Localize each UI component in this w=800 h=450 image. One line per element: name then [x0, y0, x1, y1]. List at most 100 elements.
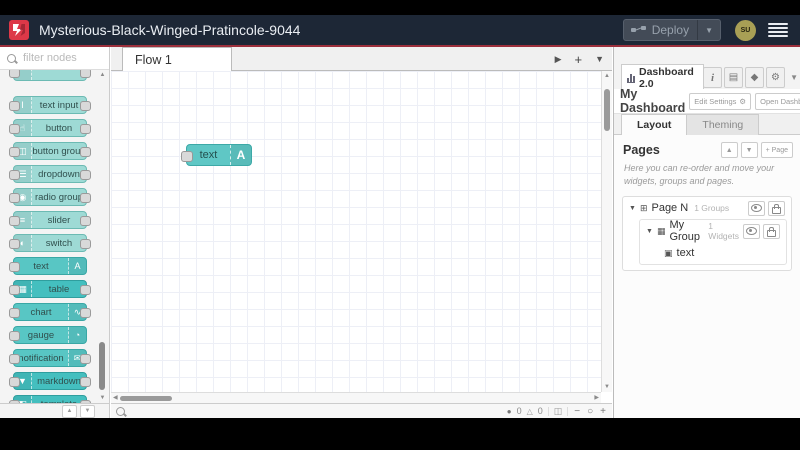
node-input-port[interactable] [181, 151, 193, 162]
node-output-port[interactable] [80, 193, 91, 203]
canvas-vscroll-thumb[interactable] [604, 89, 610, 131]
tree-row-widget[interactable]: ▣ text [640, 242, 786, 264]
tree-row-page[interactable]: ▼ ⊞ Page N 1 Groups [623, 197, 791, 219]
info-tab-button[interactable]: i [703, 67, 722, 88]
sidebar-menu-chevron-icon[interactable]: ▼ [790, 73, 798, 82]
node-input-port[interactable] [9, 354, 20, 364]
add-flow-button[interactable]: + [574, 52, 582, 67]
node-input-port[interactable] [9, 377, 20, 387]
palette-node-radio-group[interactable]: ◉ radio group [9, 188, 91, 206]
flow-menu-chevron-icon[interactable]: ▼ [595, 54, 604, 64]
palette-node-partial[interactable] [9, 70, 91, 81]
node-input-port[interactable] [9, 124, 20, 134]
tab-bar-actions: ▶ + ▼ [555, 47, 604, 71]
palette-node-dropdown[interactable]: ☰ dropdown [9, 165, 91, 183]
node-output-port[interactable] [80, 170, 91, 180]
palette-node-text[interactable]: text A [9, 257, 87, 275]
node-input-port[interactable] [9, 262, 20, 272]
palette-node-button-group[interactable]: ◫ button group [9, 142, 91, 160]
node-output-port[interactable] [80, 124, 91, 134]
node-input-port[interactable] [9, 285, 20, 295]
scroll-right-icon[interactable]: ▶ [594, 394, 599, 403]
canvas-node-text[interactable]: text A [181, 144, 252, 166]
deploy-chevron-down-icon[interactable]: ▼ [698, 26, 720, 35]
scroll-down-icon[interactable]: ▼ [96, 393, 109, 403]
zoom-out-button[interactable]: − [573, 406, 581, 417]
node-output-port[interactable] [80, 101, 91, 111]
deploy-button[interactable]: Deploy ▼ [622, 19, 721, 41]
node-input-port[interactable] [9, 308, 20, 318]
palette-node-slider[interactable]: ≡ slider [9, 211, 91, 229]
page-icon: ⊞ [639, 202, 648, 213]
chevron-down-icon[interactable]: ▼ [646, 228, 653, 235]
palette-node-switch[interactable]: ◐ switch [9, 234, 91, 252]
palette-scrollbar-thumb[interactable] [99, 342, 105, 390]
config-tab-button[interactable]: ⚙ [766, 67, 785, 88]
error-count-icon: ● [506, 406, 512, 416]
scroll-up-icon[interactable]: ▲ [96, 70, 109, 80]
visibility-toggle-button[interactable] [748, 200, 765, 216]
main-menu-button[interactable] [768, 23, 788, 37]
node-output-port[interactable] [80, 285, 91, 295]
palette-node-label: dropdown [38, 168, 80, 180]
palette-node-chart[interactable]: chart ∿ [9, 303, 91, 321]
lock-icon [767, 226, 776, 237]
node-output-port[interactable] [80, 70, 91, 78]
tab-layout[interactable]: Layout [621, 114, 688, 135]
node-input-port[interactable] [9, 331, 20, 341]
lock-toggle-button[interactable] [763, 223, 780, 239]
node-output-port[interactable] [80, 147, 91, 157]
zoom-in-button[interactable]: + [599, 406, 607, 417]
node-output-port[interactable] [80, 308, 91, 318]
scroll-left-icon[interactable]: ◀ [113, 394, 118, 403]
help-tab-button[interactable]: ▤ [724, 67, 743, 88]
flow-tab[interactable]: Flow 1 [122, 47, 232, 71]
node-input-port[interactable] [9, 193, 20, 203]
visibility-toggle-button[interactable] [743, 223, 760, 239]
palette-node-notification[interactable]: notification ✉ [9, 349, 91, 367]
canvas-hscroll-thumb[interactable] [120, 396, 172, 401]
move-up-button[interactable]: ▲ [720, 142, 738, 158]
palette-node-button[interactable]: ☝ button [9, 119, 91, 137]
tree-row-controls [743, 223, 780, 239]
palette-node-template[interactable]: ◧template [9, 395, 91, 403]
edit-settings-button[interactable]: Edit Settings ⚙ [689, 92, 752, 110]
lock-toggle-button[interactable] [768, 200, 785, 216]
collapse-all-button[interactable]: ▲ [62, 404, 77, 418]
user-avatar[interactable]: SU [735, 19, 756, 41]
tab-list-icon[interactable]: ▶ [555, 54, 562, 65]
navigator-icon[interactable]: ◫ [554, 406, 563, 417]
node-input-port[interactable] [9, 170, 20, 180]
eye-icon [746, 227, 757, 236]
node-output-port[interactable] [80, 239, 91, 249]
palette-node-label: table [48, 283, 70, 295]
chevron-down-icon[interactable]: ▼ [629, 205, 636, 212]
open-dashboard-button[interactable]: Open Dashboard ⧉ [755, 92, 800, 110]
node-input-port[interactable] [9, 70, 20, 78]
palette-node-markdown[interactable]: ▼ markdown [9, 372, 91, 390]
filter-nodes-input[interactable] [21, 51, 103, 65]
palette-node-table[interactable]: ▦ table [9, 280, 91, 298]
dashboard-tab-label: Dashboard 2.0 [639, 65, 694, 90]
move-down-button[interactable]: ▼ [740, 142, 758, 158]
canvas-grid[interactable]: text A [111, 71, 601, 392]
node-input-port[interactable] [9, 147, 20, 157]
node-output-port[interactable] [80, 216, 91, 226]
palette-node-gauge[interactable]: gauge ◔ [9, 326, 87, 344]
zoom-reset-button[interactable]: ○ [586, 406, 594, 417]
node-input-port[interactable] [9, 101, 20, 111]
expand-all-button[interactable]: ▼ [80, 404, 95, 418]
canvas-search-icon[interactable] [116, 406, 125, 416]
node-input-port[interactable] [9, 239, 20, 249]
tab-theming[interactable]: Theming [687, 114, 760, 135]
palette-node-text-input[interactable]: Itext input [9, 96, 91, 114]
tree-row-group[interactable]: ▼ ▦ My Group 1 Widgets [640, 219, 786, 243]
node-output-port[interactable] [80, 354, 91, 364]
tree-row-count: 1 Widgets [708, 221, 740, 242]
scroll-down-icon[interactable]: ▼ [602, 382, 612, 392]
add-page-button[interactable]: + Page [760, 142, 793, 158]
node-output-port[interactable] [80, 377, 91, 387]
debug-tab-button[interactable]: ◆ [745, 67, 764, 88]
scroll-up-icon[interactable]: ▲ [602, 71, 612, 81]
node-input-port[interactable] [9, 216, 20, 226]
